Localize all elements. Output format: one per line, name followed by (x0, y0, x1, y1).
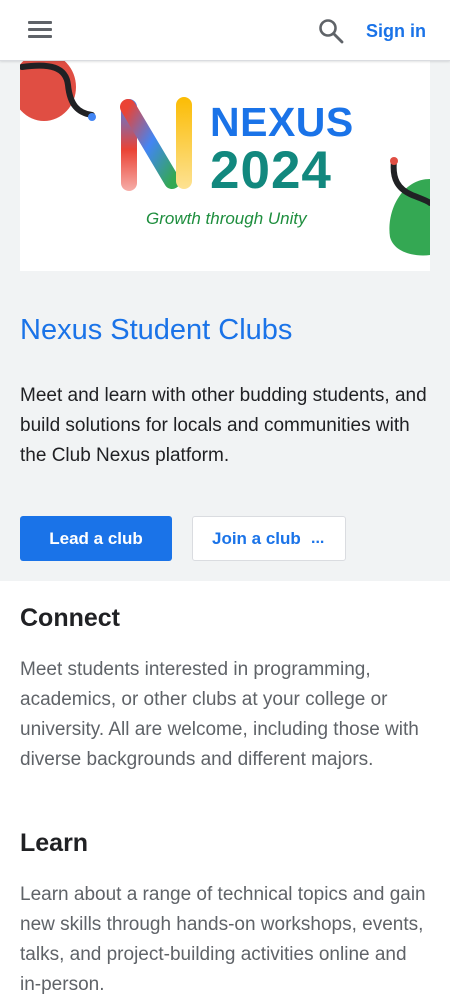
top-app-bar: Sign in (0, 0, 450, 61)
hero-description: Meet and learn with other budding studen… (20, 385, 427, 466)
section-text-connect: Meet students interested in programming,… (20, 659, 419, 770)
nexus-2024-banner: NEXUS 2024 Growth through Unity (20, 61, 430, 271)
banner-tagline: Growth through Unity (146, 209, 307, 228)
section-text-learn: Learn about a range of technical topics … (20, 884, 426, 995)
overflow-ellipsis: ... (311, 530, 325, 547)
hero-section: NEXUS 2024 Growth through Unity Nexus St… (0, 61, 450, 581)
banner-year: 2024 (210, 141, 332, 200)
section-title-connect: Connect (20, 604, 120, 632)
sign-in-link[interactable]: Sign in (360, 18, 432, 44)
join-a-club-label: Join a club (212, 529, 301, 548)
page-title: Nexus Student Clubs (20, 314, 293, 346)
nexus-logo-icon (120, 97, 192, 191)
nexus-wordmark: NEXUS (210, 99, 354, 145)
section-title-learn: Learn (20, 829, 89, 857)
search-icon[interactable] (316, 16, 346, 46)
lead-a-club-button[interactable]: Lead a club (20, 516, 172, 561)
decor-green-blob (389, 179, 430, 256)
hamburger-menu-icon[interactable] (24, 16, 56, 44)
join-a-club-button[interactable]: Join a club ... (192, 516, 346, 561)
